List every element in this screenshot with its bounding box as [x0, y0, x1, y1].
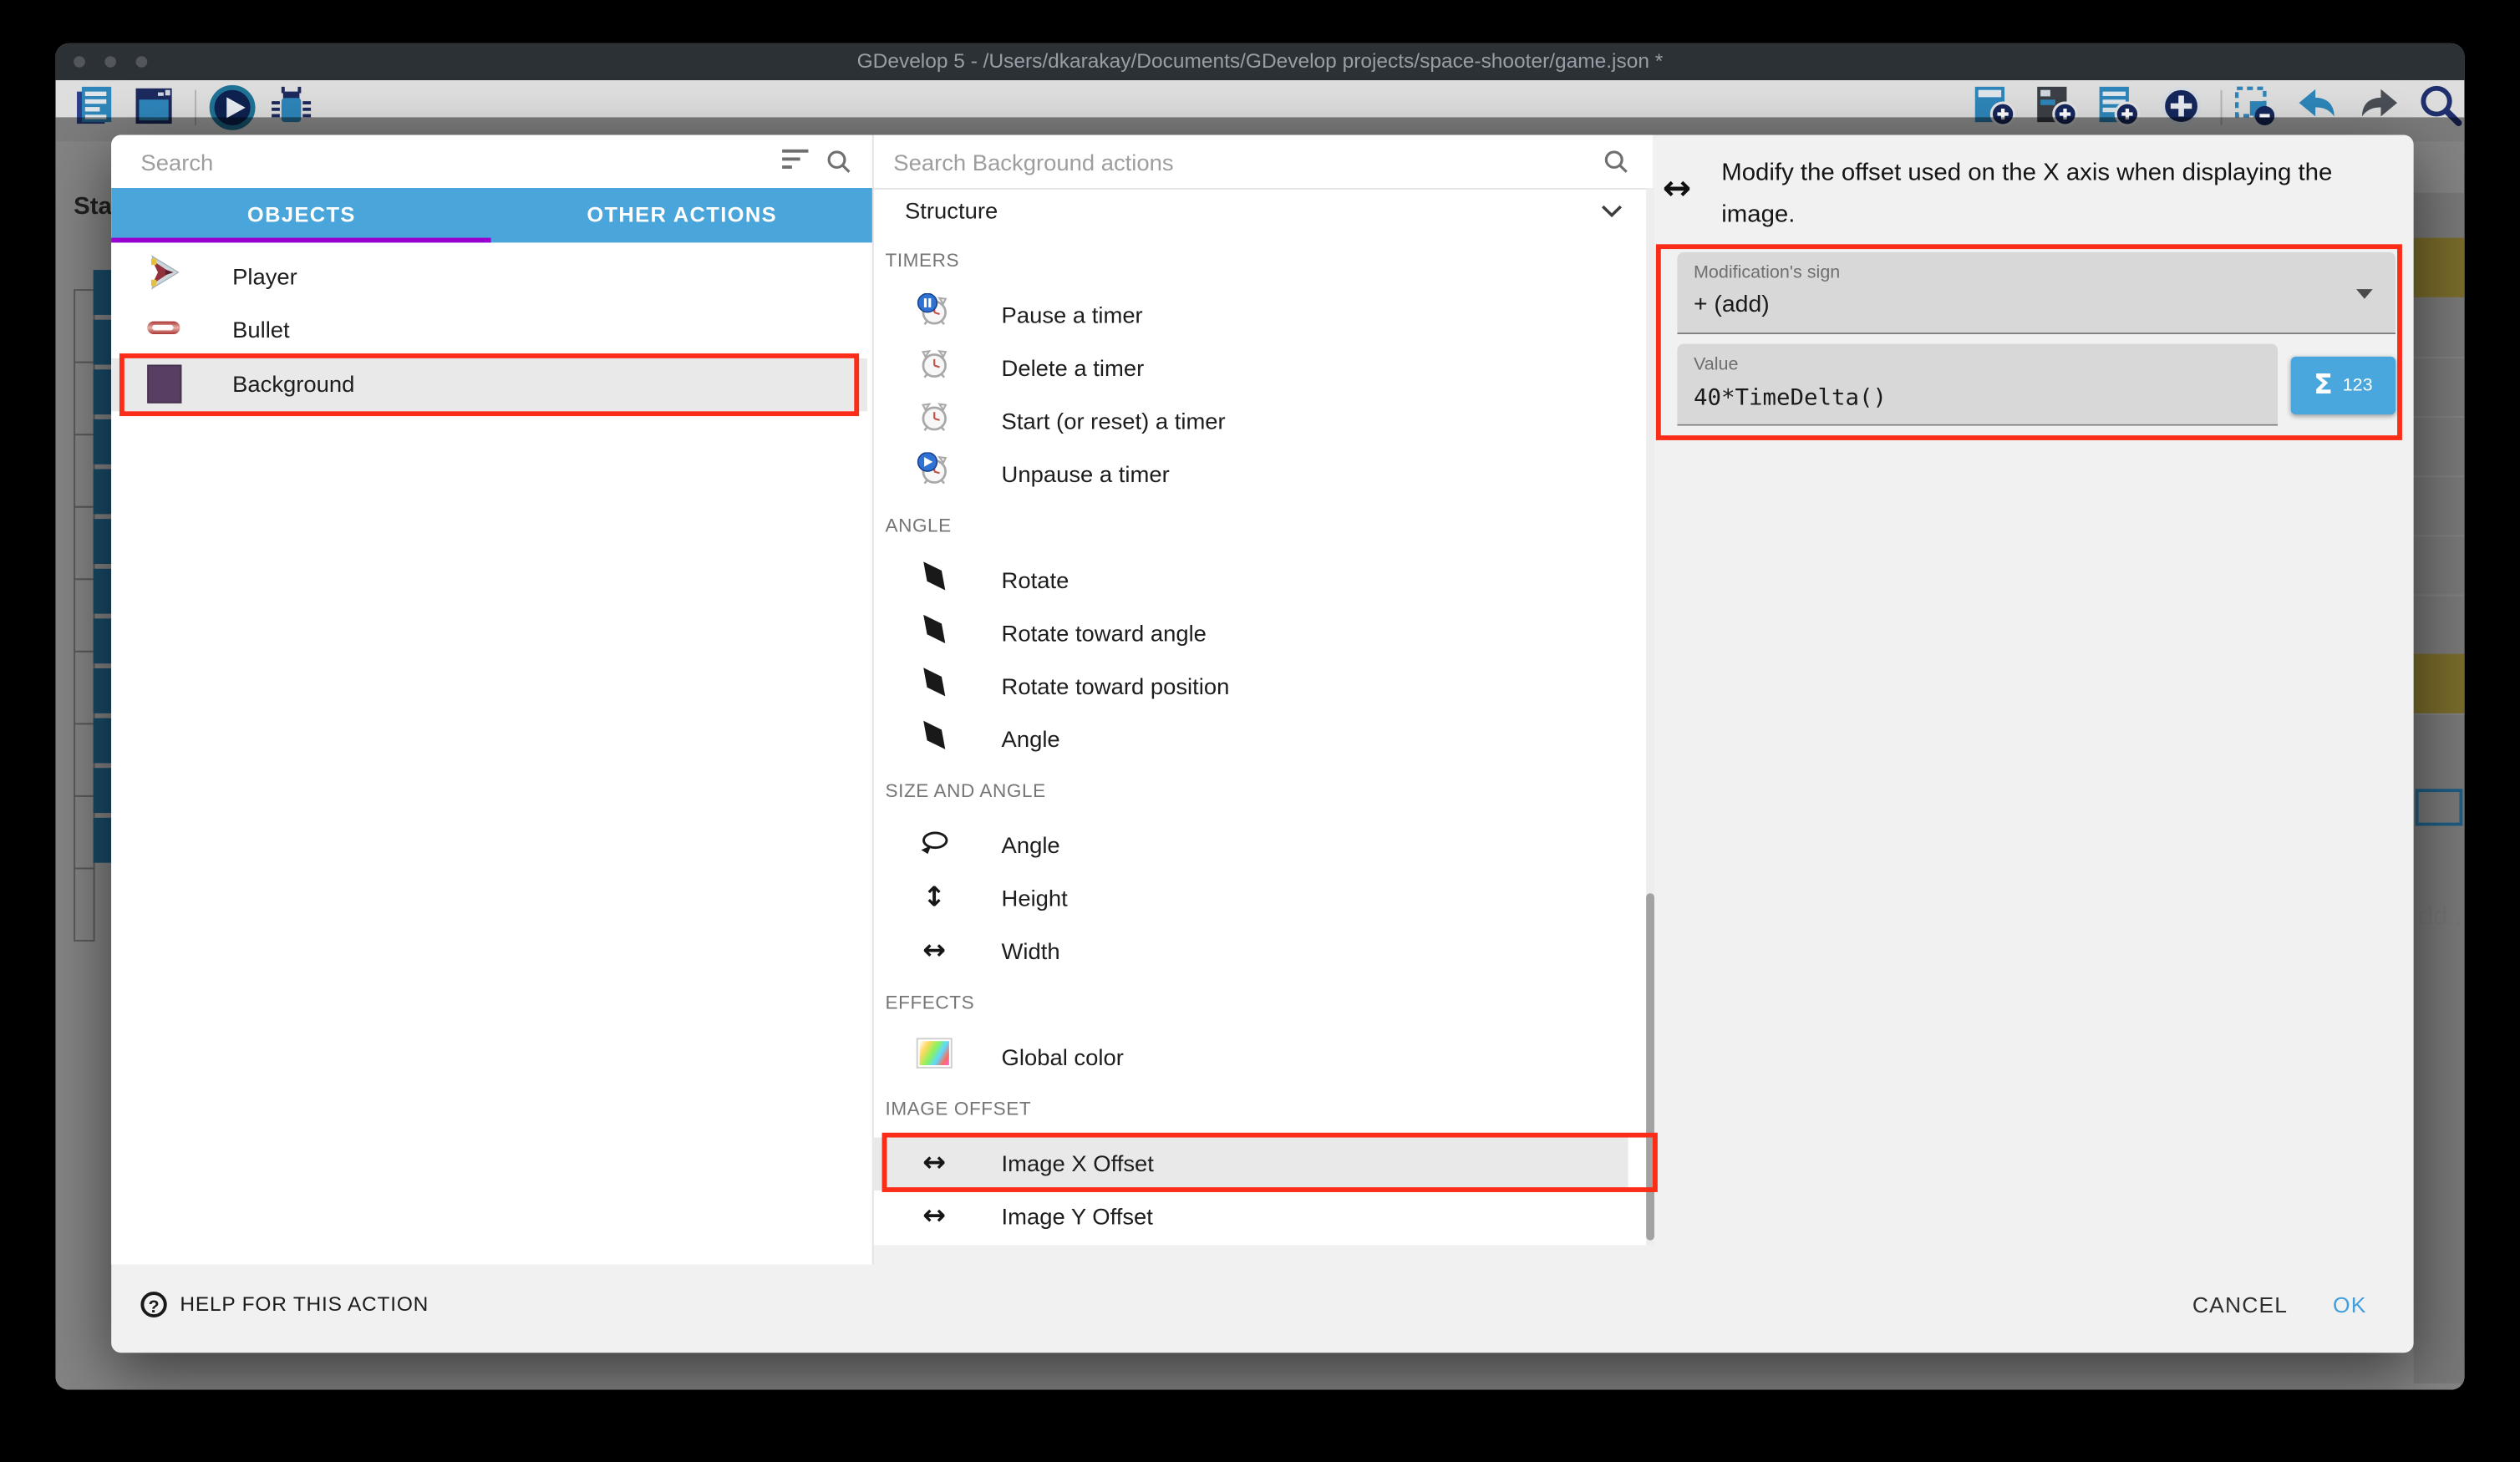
width-arrow-icon: ↔	[913, 935, 956, 967]
action-label: Width	[1002, 925, 1060, 977]
objects-list: PlayerBulletBackground	[111, 242, 872, 1264]
rotate-arrow-icon	[913, 719, 956, 759]
unpause-timer-icon	[913, 452, 956, 495]
modification-sign-select[interactable]: Modification's sign + (add)	[1677, 252, 2396, 334]
action-item-image-x-offset[interactable]: ↔ Image X Offset	[872, 1137, 1628, 1190]
bullet-icon	[140, 316, 186, 345]
action-editor-dialog: OBJECTS OTHER ACTIONS PlayerBulletBackgr…	[111, 135, 2413, 1353]
action-item-height[interactable]: ↕ Height	[872, 871, 1628, 924]
tab-objects[interactable]: OBJECTS	[111, 188, 491, 242]
search-icon	[1603, 150, 1629, 183]
action-item-delete-a-timer[interactable]: Delete a timer	[872, 342, 1628, 394]
action-item-width[interactable]: ↔ Width	[872, 925, 1628, 977]
tab-other-actions[interactable]: OTHER ACTIONS	[491, 188, 871, 242]
action-item-pause-a-timer[interactable]: Pause a timer	[872, 288, 1628, 341]
action-group-value: Structure	[905, 188, 998, 235]
width-arrow-icon: ↔	[913, 1147, 956, 1179]
object-search-input[interactable]	[140, 135, 762, 188]
alarm-clock-icon	[913, 399, 956, 443]
action-label: Rotate toward angle	[1002, 607, 1207, 659]
action-label: Angle	[1002, 713, 1060, 765]
value-input[interactable]: Value 40*TimeDelta()	[1677, 344, 2278, 426]
action-search-field[interactable]	[893, 135, 1597, 188]
ok-button[interactable]: OK	[2304, 1279, 2396, 1332]
sign-field-label: Modification's sign	[1694, 263, 1840, 282]
rotate-arrow-icon	[913, 613, 956, 653]
scrollbar-thumb[interactable]	[1646, 893, 1654, 1240]
action-item-unpause-a-timer[interactable]: Unpause a timer	[872, 448, 1628, 500]
alarm-clock-icon	[913, 346, 956, 389]
window-title: GDevelop 5 - /Users/dkarakay/Documents/G…	[56, 43, 2465, 80]
action-item-start-or-reset-a-timer[interactable]: Start (or reset) a timer	[872, 394, 1628, 447]
action-item-rotate-toward-position[interactable]: Rotate toward position	[872, 659, 1628, 712]
action-label: Height	[1002, 871, 1068, 924]
action-item-image-y-offset[interactable]: ↔ Image Y Offset	[872, 1190, 1628, 1242]
object-label: Background	[232, 358, 354, 410]
action-label: Delete a timer	[1002, 342, 1145, 394]
action-item-rotate-toward-angle[interactable]: Rotate toward angle	[872, 607, 1628, 659]
section-header-effects: EFFECTS	[885, 977, 974, 1030]
pause-timer-icon	[913, 293, 956, 337]
action-label: Pause a timer	[1002, 288, 1143, 341]
value-field-value: 40*TimeDelta()	[1694, 386, 1887, 412]
section-header-angle: ANGLE	[885, 500, 951, 553]
object-item-player[interactable]: Player	[111, 250, 867, 302]
action-label: Rotate toward position	[1002, 659, 1230, 712]
action-label: Rotate	[1002, 554, 1069, 607]
action-label: Angle	[1002, 819, 1060, 871]
cancel-button[interactable]: CANCEL	[2165, 1279, 2315, 1332]
object-label: Bullet	[232, 303, 290, 356]
expression-editor-button[interactable]: Σ 123	[2291, 357, 2396, 414]
action-label: Start (or reset) a timer	[1002, 394, 1226, 447]
section-header-image-offset: IMAGE OFFSET	[885, 1084, 1031, 1136]
value-field-label: Value	[1694, 355, 1739, 374]
action-group-select[interactable]: Structure	[872, 188, 1653, 235]
object-item-bullet[interactable]: Bullet	[111, 303, 867, 356]
help-link[interactable]: HELP FOR THIS ACTION	[180, 1279, 429, 1332]
title-bar: GDevelop 5 - /Users/dkarakay/Documents/G…	[56, 43, 2465, 80]
filter-icon[interactable]	[782, 150, 808, 174]
section-header-size-and-angle: SIZE AND ANGLE	[885, 765, 1045, 818]
rotate-arrow-icon	[913, 666, 956, 706]
actions-list: TIMERS Pause a timer Delete a timer Star…	[872, 235, 1641, 1246]
horizontal-offset-icon: ↔	[1663, 169, 1691, 207]
rotate-arrow-icon	[913, 560, 956, 600]
action-label: Unpause a timer	[1002, 448, 1170, 500]
screenshot-stage: GDevelop 5 - /Users/dkarakay/Documents/G…	[0, 0, 2520, 1462]
object-label: Player	[232, 250, 297, 302]
player-ship-icon	[140, 255, 186, 298]
left-panel-tabs: OBJECTS OTHER ACTIONS	[111, 188, 872, 242]
dropdown-caret-icon[interactable]	[2356, 289, 2373, 299]
chevron-down-icon	[1600, 204, 1623, 218]
action-item-global-color[interactable]: Global color	[872, 1031, 1628, 1084]
action-label: Image X Offset	[1002, 1137, 1154, 1190]
object-search-field[interactable]	[140, 135, 762, 188]
action-item-rotate[interactable]: Rotate	[872, 554, 1628, 607]
action-label: Global color	[1002, 1031, 1124, 1084]
width-arrow-icon: ↔	[913, 1201, 956, 1232]
action-description: Modify the offset used on the X axis whe…	[1721, 153, 2382, 235]
sigma-icon: Σ	[2314, 369, 2333, 401]
help-icon[interactable]: ?	[140, 1292, 166, 1317]
action-item-angle[interactable]: Angle	[872, 819, 1628, 871]
background-swatch-icon	[140, 365, 186, 404]
action-item-angle[interactable]: Angle	[872, 713, 1628, 765]
angle-ellipse-icon	[913, 825, 956, 866]
global-color-icon	[913, 1038, 956, 1076]
action-label: Image Y Offset	[1002, 1190, 1153, 1242]
section-header-timers: TIMERS	[885, 236, 959, 288]
height-arrow-icon: ↕	[913, 882, 956, 914]
action-search-input[interactable]	[893, 135, 1597, 188]
object-item-background[interactable]: Background	[111, 358, 867, 410]
search-icon	[826, 150, 852, 183]
sign-field-value: + (add)	[1694, 292, 1770, 318]
expression-123-label: 123	[2343, 376, 2373, 395]
